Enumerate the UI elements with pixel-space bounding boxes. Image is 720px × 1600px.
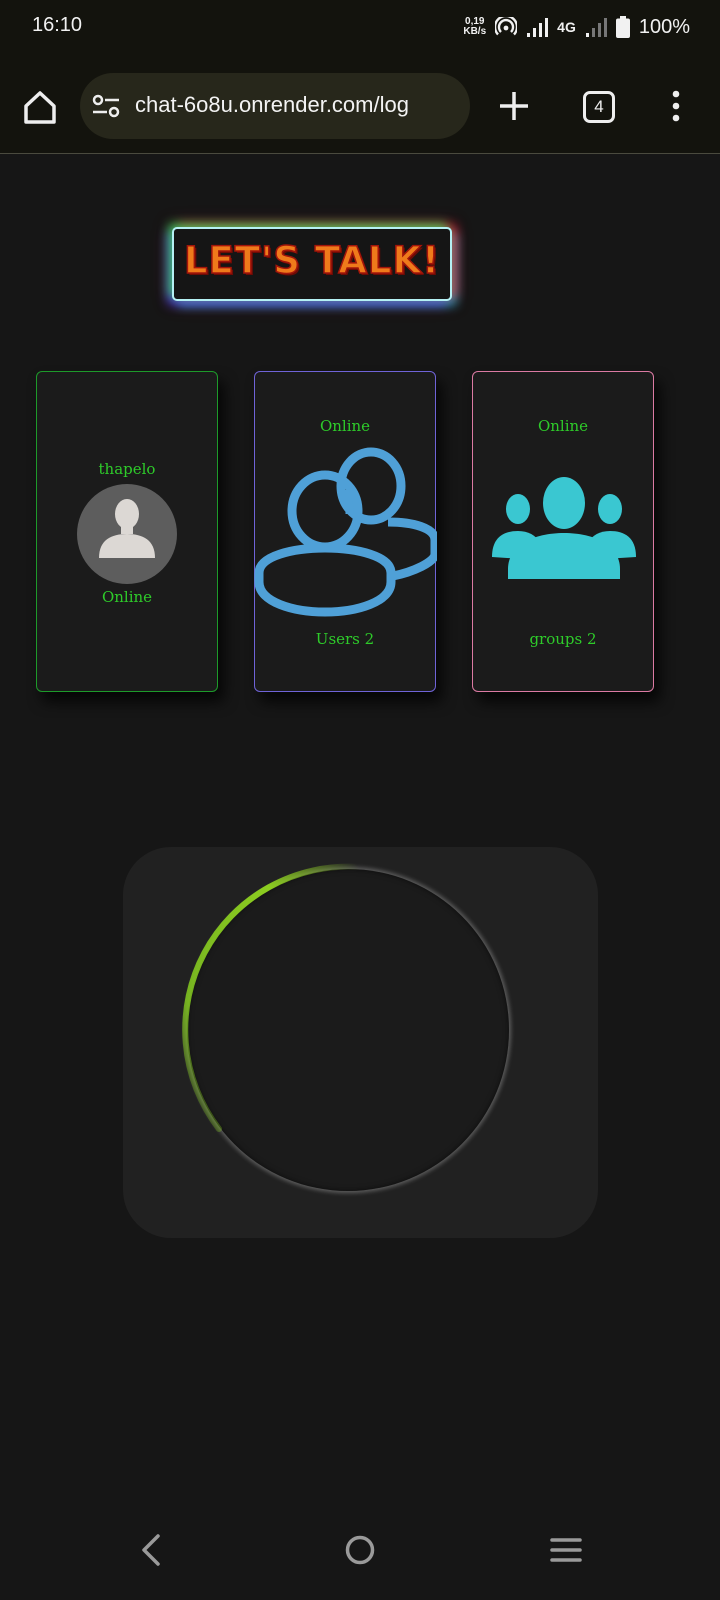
url-text[interactable]: chat-6o8u.onrender.com/log	[135, 92, 409, 118]
profile-name: thapelo	[98, 460, 156, 478]
status-time: 16:10	[32, 14, 83, 36]
status-icons: 0,19 KB/s 4G 100%	[463, 13, 690, 41]
users-card[interactable]: Online Users 2	[254, 371, 437, 692]
users-icon	[254, 447, 437, 617]
signal-weak-icon	[585, 18, 607, 37]
hotspot-icon	[495, 17, 518, 36]
loading-spinner-arc	[182, 863, 362, 1132]
more-menu-icon[interactable]	[670, 90, 682, 122]
back-icon[interactable]	[138, 1530, 166, 1570]
logo-text: LET'S TALK!	[183, 238, 441, 283]
profile-status: Online	[101, 588, 153, 606]
users-count-label: Users 2	[315, 630, 375, 648]
user-avatar-icon	[77, 484, 177, 584]
loading-panel	[123, 847, 598, 1238]
app-logo: LET'S TALK!	[172, 227, 452, 301]
status-bar: 16:10 0,19 KB/s 4G 100%	[0, 0, 720, 55]
home-circle-icon[interactable]	[344, 1534, 376, 1566]
signal-icon	[527, 18, 549, 37]
groups-count-label: groups 2	[529, 630, 597, 648]
new-tab-plus-icon[interactable]	[498, 90, 530, 122]
groups-status: Online	[537, 417, 589, 435]
system-nav-bar	[0, 1530, 720, 1600]
network-type: 4G	[557, 19, 576, 35]
groups-icon	[492, 477, 636, 579]
net-speed-unit: KB/s	[463, 26, 487, 37]
profile-card[interactable]: thapelo Online	[36, 371, 218, 692]
tab-switcher-icon[interactable]: 4	[583, 91, 615, 123]
battery-percent: 100%	[638, 15, 690, 38]
browser-toolbar: chat-6o8u.onrender.com/log 4	[0, 55, 720, 154]
battery-icon	[615, 16, 630, 38]
users-status: Online	[319, 417, 371, 435]
groups-card[interactable]: Online groups 2	[472, 371, 654, 692]
home-icon[interactable]	[20, 87, 60, 127]
recents-icon[interactable]	[550, 1536, 582, 1564]
net-speed: 0,19 KB/s	[463, 17, 486, 37]
site-settings-icon[interactable]	[92, 94, 120, 118]
address-bar[interactable]: chat-6o8u.onrender.com/log	[80, 73, 470, 139]
